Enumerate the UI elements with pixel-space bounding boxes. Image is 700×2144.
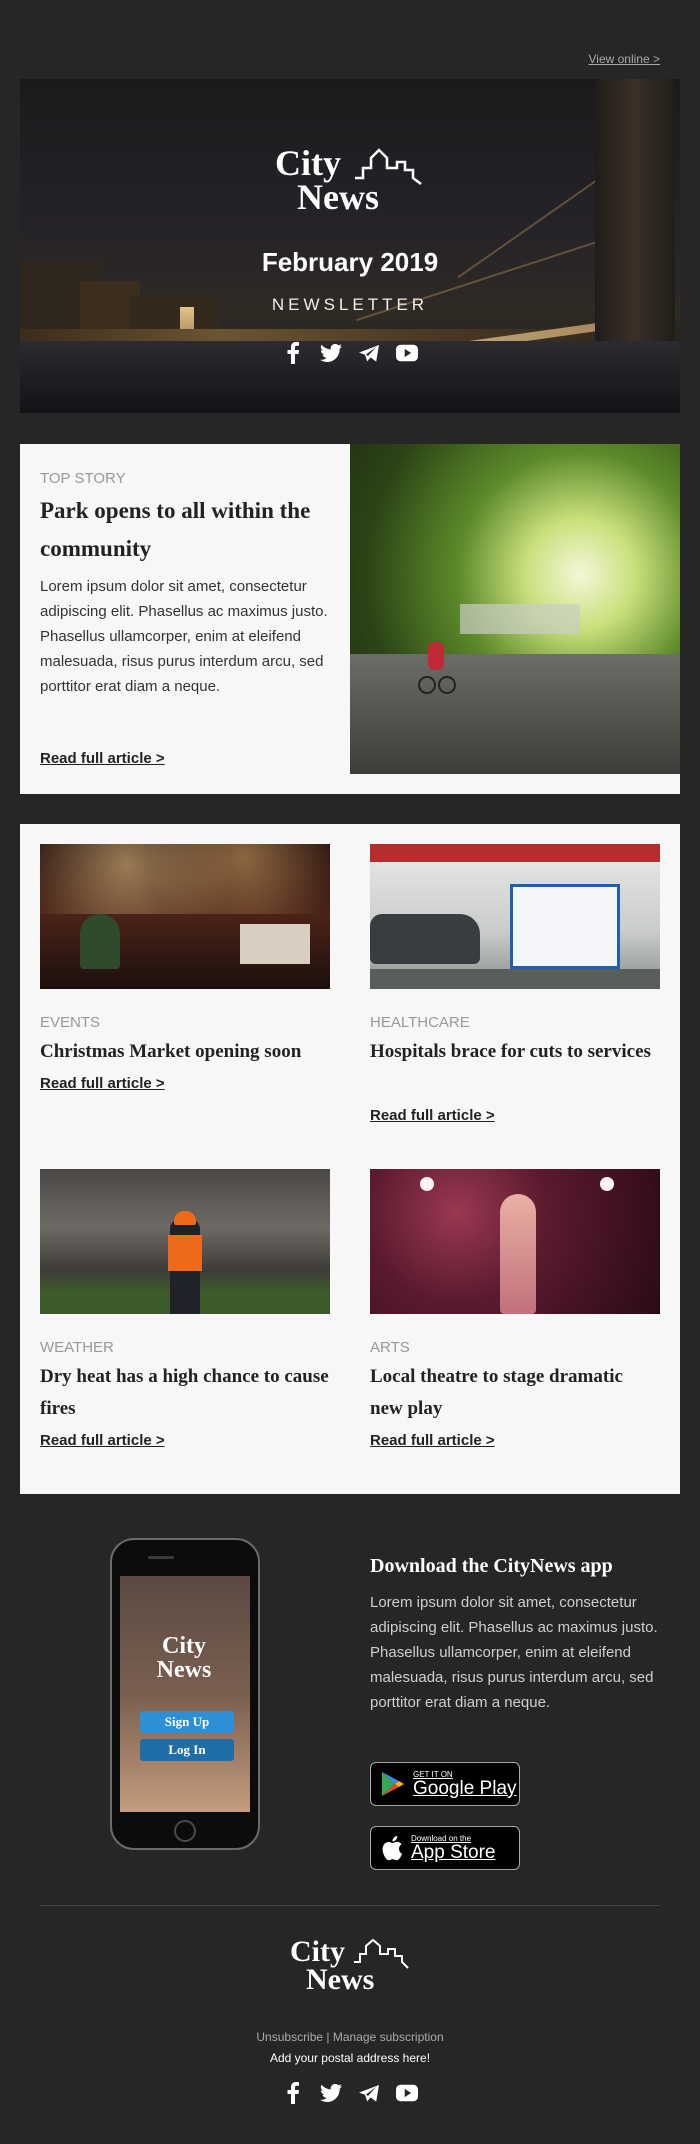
top-story-kicker: TOP STORY: [40, 470, 126, 487]
ambulance: [510, 884, 620, 969]
article-headline[interactable]: Local theatre to stage dramatic new play: [370, 1361, 660, 1425]
google-play-icon: [382, 1772, 404, 1796]
newsletter-date: February 2019: [261, 247, 439, 277]
article-kicker: EVENTS: [40, 1014, 101, 1031]
app-store-big-text: App Store: [411, 1841, 496, 1863]
phone-login-button[interactable]: Log In: [140, 1739, 234, 1761]
park-cyclist-photo: [350, 444, 680, 774]
twitter-icon[interactable]: [320, 342, 342, 364]
christmas-market-photo: [40, 844, 330, 989]
phone-logo-line-2: News: [156, 1657, 212, 1683]
postal-address: Add your postal address here!: [269, 2051, 431, 2065]
article-headline[interactable]: Dry heat has a high chance to cause fire…: [40, 1361, 330, 1425]
telegram-icon[interactable]: [358, 2082, 380, 2104]
top-story-body: Lorem ipsum dolor sit amet, consectetur …: [40, 578, 328, 695]
top-story-headline[interactable]: Park opens to all within the community: [40, 492, 340, 568]
twitter-icon[interactable]: [320, 2082, 342, 2104]
footer-logo[interactable]: City News: [290, 1937, 410, 2002]
phone-mockup: City News Sign Up Log In: [110, 1538, 260, 1850]
phone-logo: City News: [134, 1634, 234, 1682]
hard-hat: [174, 1211, 196, 1225]
footer-links: Unsubscribe | Manage subscription: [0, 2030, 700, 2044]
christmas-tree: [80, 914, 120, 969]
telegram-icon[interactable]: [358, 342, 380, 364]
firefighter-photo: [40, 1169, 330, 1314]
article-headline[interactable]: Hospitals brace for cuts to services: [370, 1036, 660, 1068]
performer: [500, 1194, 536, 1314]
footer-divider: [40, 1905, 660, 1906]
article-kicker: ARTS: [370, 1339, 410, 1356]
cyclist: [428, 642, 444, 670]
stage-light: [420, 1177, 434, 1191]
top-story-read-more-link[interactable]: Read full article >: [40, 750, 165, 767]
driveway: [370, 969, 660, 989]
app-section-title: Download the CityNews app: [370, 1555, 613, 1577]
manage-subscription-link[interactable]: Manage subscription: [333, 2030, 444, 2044]
phone-logo-line-1: City: [162, 1633, 206, 1659]
hero-social-links: [0, 342, 700, 364]
facebook-icon[interactable]: [282, 342, 304, 364]
bike-wheel: [438, 676, 456, 694]
article-grid: EVENTS Christmas Market opening soon Rea…: [20, 824, 680, 1494]
app-section-body: Lorem ipsum dolor sit amet, consectetur …: [370, 1594, 658, 1711]
facebook-icon[interactable]: [282, 2082, 304, 2104]
google-play-big-text: Google Play: [413, 1777, 517, 1799]
brand-logo[interactable]: City News: [275, 145, 425, 224]
footer-social-links: [0, 2082, 700, 2104]
apple-icon: [382, 1836, 403, 1861]
skyline-logo-icon: [355, 148, 422, 185]
phone-speaker: [148, 1556, 174, 1559]
youtube-icon[interactable]: [396, 2082, 418, 2104]
google-play-button[interactable]: GET IT ON Google Play: [370, 1762, 520, 1806]
theatre-performer-photo: [370, 1169, 660, 1314]
phone-signup-button[interactable]: Sign Up: [140, 1711, 234, 1733]
market-stall: [240, 924, 310, 964]
view-online-link[interactable]: View online >: [589, 52, 661, 66]
footer-skyline-icon: [354, 1938, 409, 1969]
string-lights: [40, 844, 330, 914]
newsletter-label: NEWSLETTER: [271, 295, 429, 314]
youtube-icon[interactable]: [396, 342, 418, 364]
park-bleachers: [460, 604, 580, 634]
bike-wheel: [418, 676, 436, 694]
top-story-card: TOP STORY Park opens to all within the c…: [20, 444, 680, 794]
safety-vest: [168, 1235, 202, 1271]
article-read-more-link[interactable]: Read full article >: [370, 1432, 495, 1449]
police-car: [370, 914, 480, 964]
phone-home-button: [174, 1820, 196, 1842]
article-read-more-link[interactable]: Read full article >: [40, 1075, 165, 1092]
unsubscribe-link[interactable]: Unsubscribe: [256, 2030, 323, 2044]
article-headline[interactable]: Christmas Market opening soon: [40, 1036, 330, 1068]
stage-light: [600, 1177, 614, 1191]
article-kicker: HEALTHCARE: [370, 1014, 470, 1031]
app-store-button[interactable]: Download on the App Store: [370, 1826, 520, 1870]
article-kicker: WEATHER: [40, 1339, 114, 1356]
article-read-more-link[interactable]: Read full article >: [370, 1107, 495, 1124]
article-read-more-link[interactable]: Read full article >: [40, 1432, 165, 1449]
phone-screen: City News Sign Up Log In: [120, 1576, 250, 1812]
park-path: [350, 654, 680, 774]
ambulance-photo: [370, 844, 660, 989]
emergency-sign: [370, 844, 660, 862]
footer-separator: |: [326, 2030, 330, 2044]
